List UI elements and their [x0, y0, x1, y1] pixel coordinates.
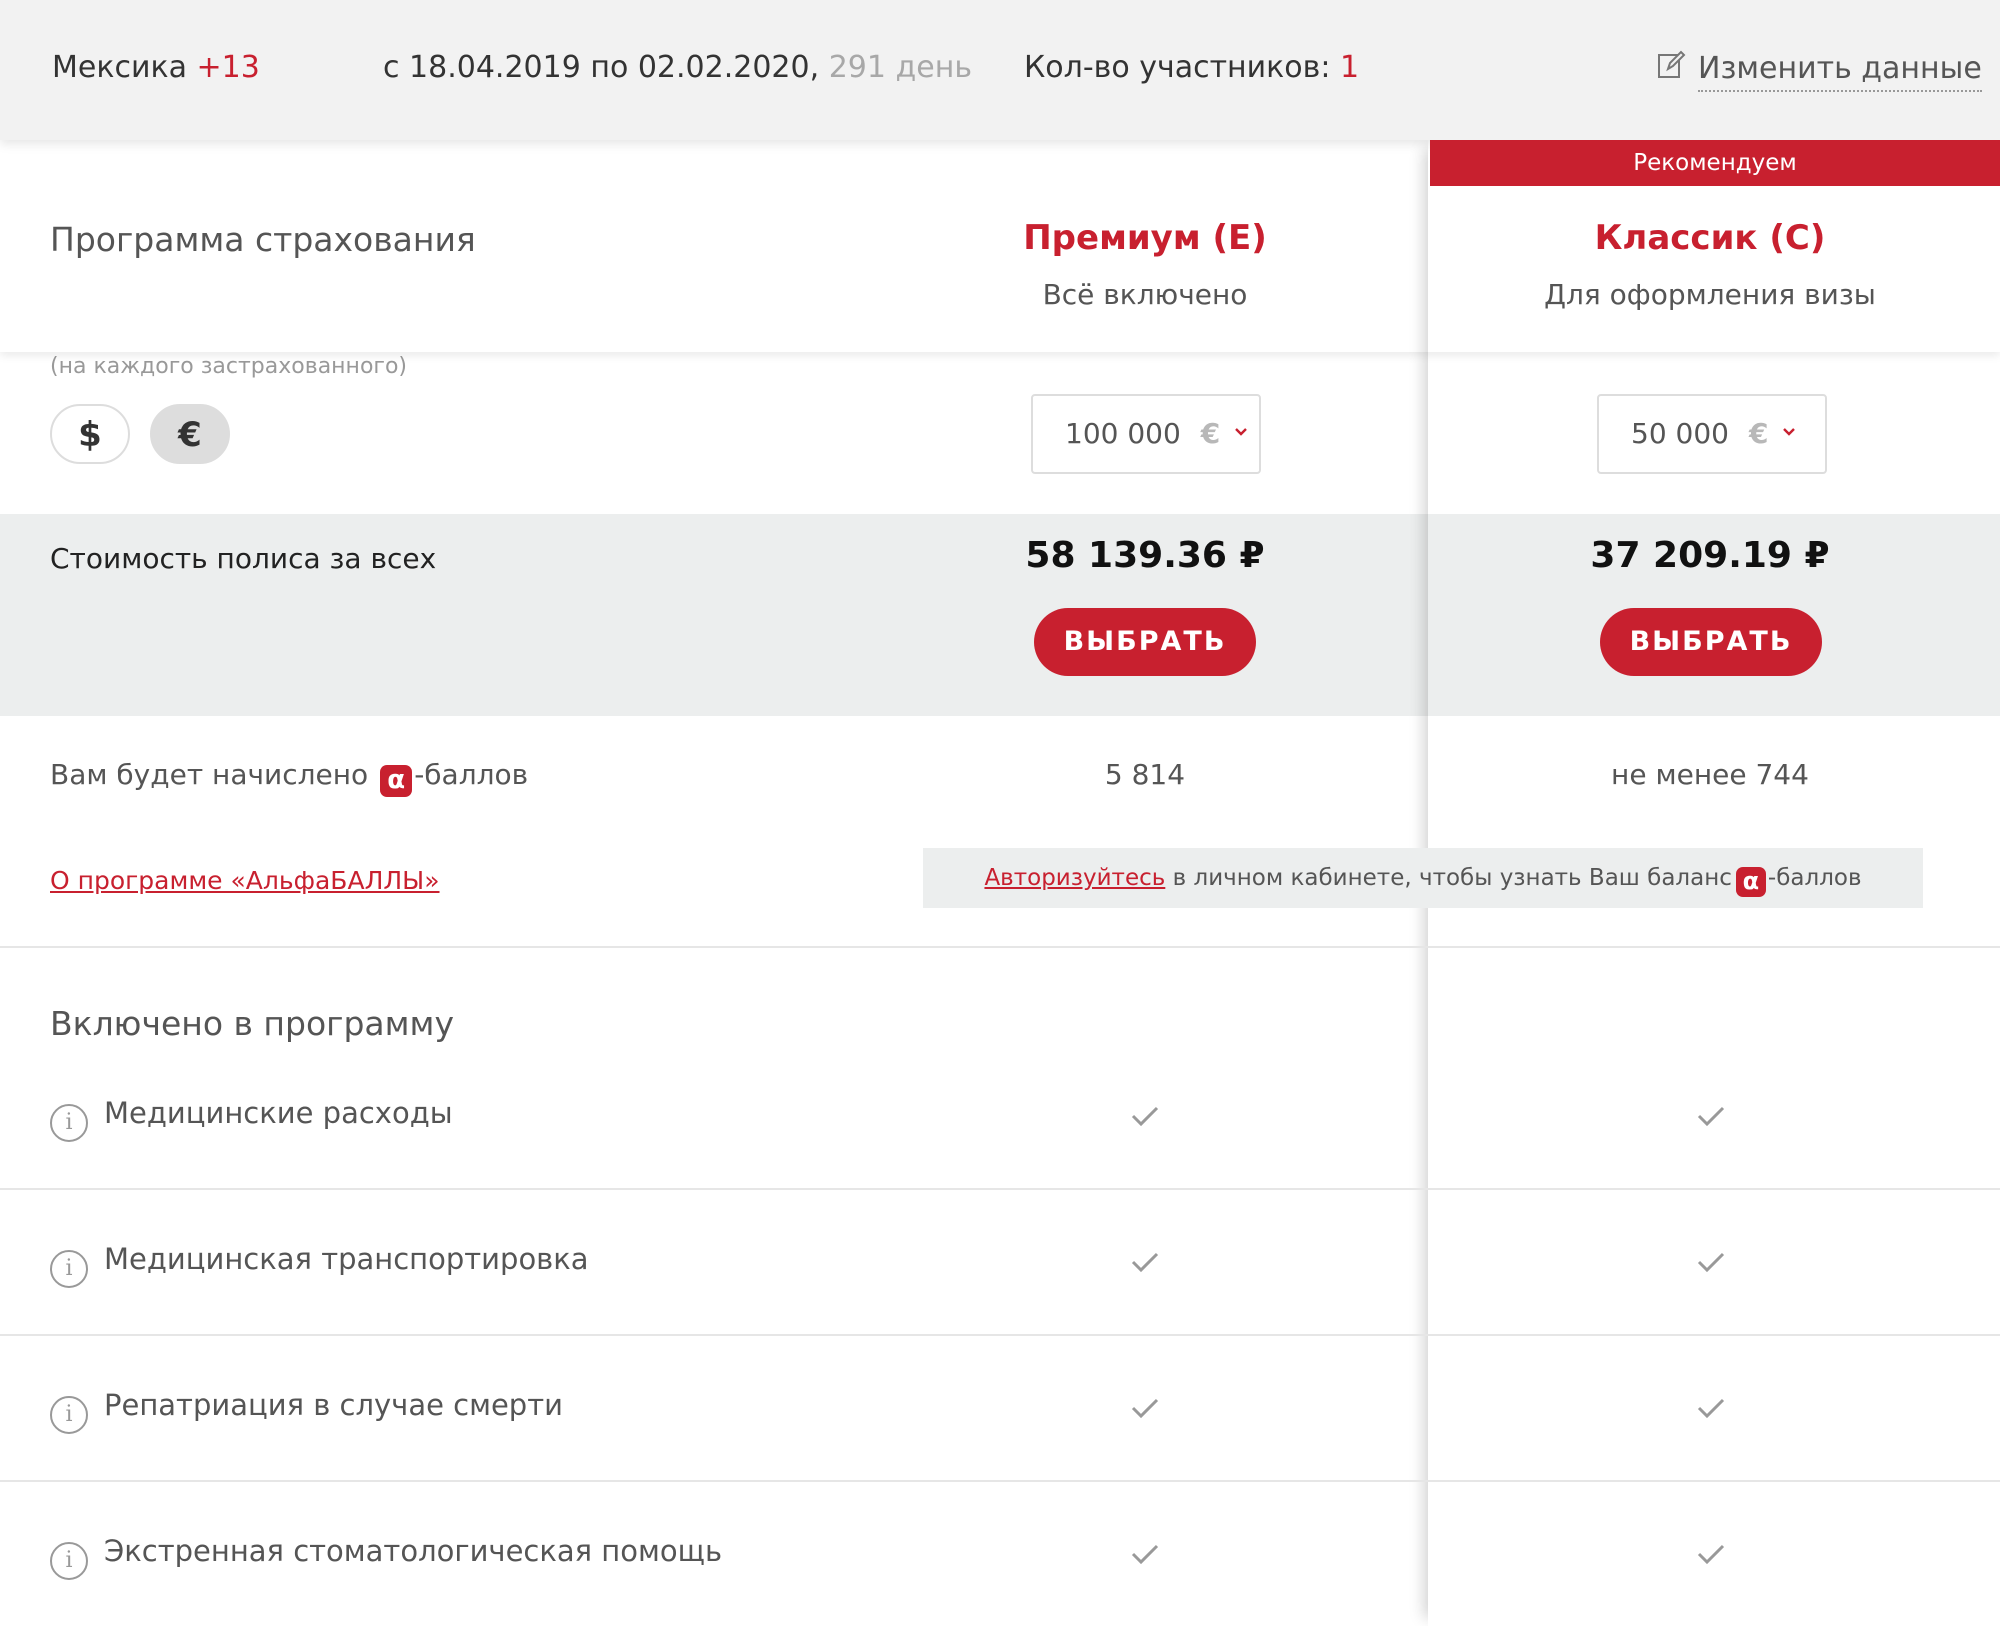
trip-summary-bar: Мексика +13 с 18.04.2019 по 02.02.2020, … [0, 0, 2000, 140]
plan-classic-points: не менее 744 [1611, 758, 1809, 791]
check-icon [1697, 1544, 1725, 1565]
price-label: Стоимость полиса за всех [50, 542, 437, 575]
check-icon [1697, 1106, 1725, 1127]
trip-date-range: с 18.04.2019 по 02.02.2020, [383, 50, 820, 85]
auth-balance-notice: Авторизуйтесь в личном кабинете, чтобы у… [923, 848, 1923, 908]
chevron-down-icon [1235, 428, 1248, 436]
plan-premium-points: 5 814 [1104, 758, 1186, 791]
feature-label: Медицинская транспортировка [104, 1242, 589, 1276]
row-divider [0, 1334, 2000, 1336]
feature-label: Медицинские расходы [104, 1096, 453, 1130]
chevron-down-icon [1783, 428, 1796, 436]
plan-classic-price: 37 209.19 ₽ [1590, 535, 1830, 576]
feature-label: Экстренная стоматологическая помощь [104, 1534, 723, 1568]
destination-extra: +13 [196, 50, 260, 85]
plan-classic-choose-button[interactable]: ВЫБРАТЬ [1600, 608, 1822, 676]
section-divider [0, 946, 2000, 948]
info-icon[interactable]: i [50, 1542, 88, 1580]
plan-premium-subtitle: Всё включено [1042, 278, 1248, 311]
auth-notice-text: в личном кабинете, чтобы узнать Ваш бала… [1165, 865, 1732, 891]
alpha-logo-icon: α [380, 765, 413, 797]
participants-label: Кол-во участников: [1024, 50, 1331, 85]
points-label: Вам будет начислено α -баллов [50, 758, 528, 797]
currency-eur-button[interactable]: € [150, 404, 230, 464]
info-icon[interactable]: i [50, 1396, 88, 1434]
pencil-edit-icon [1658, 50, 1686, 78]
plan-premium-sum-select[interactable]: 100 000 € [1031, 394, 1261, 474]
trip-dates: с 18.04.2019 по 02.02.2020, 291 день [383, 50, 972, 85]
participants: Кол-во участников: 1 [1024, 50, 1359, 85]
feature-dental: i Экстренная стоматологическая помощь [50, 1534, 722, 1580]
check-icon [1697, 1252, 1725, 1273]
auth-notice-suffix: -баллов [1767, 865, 1862, 891]
destination: Мексика +13 [52, 50, 260, 85]
row-divider [0, 1480, 2000, 1482]
check-icon [1131, 1252, 1159, 1273]
feature-repatriation: i Репатриация в случае смерти [50, 1388, 563, 1434]
points-label-suffix: -баллов [414, 758, 529, 791]
sum-value: 100 000 [1065, 417, 1181, 450]
currency-usd-button[interactable]: $ [50, 404, 130, 464]
authorize-link[interactable]: Авторизуйтесь [984, 865, 1165, 891]
plan-classic-subtitle: Для оформления визы [1544, 278, 1876, 311]
feature-label: Репатриация в случае смерти [104, 1388, 563, 1422]
row-divider [0, 1188, 2000, 1190]
participants-count: 1 [1339, 50, 1360, 85]
check-icon [1697, 1398, 1725, 1419]
feature-medical-transport: i Медицинская транспортировка [50, 1242, 589, 1288]
points-label-text: Вам будет начислено [50, 758, 369, 791]
plan-premium-price: 58 139.36 ₽ [1025, 535, 1265, 576]
per-person-note: (на каждого застрахованного) [50, 354, 408, 379]
info-icon[interactable]: i [50, 1250, 88, 1288]
plan-classic-name: Классик (C) [1594, 218, 1826, 258]
plan-premium-choose-button[interactable]: ВЫБРАТЬ [1034, 608, 1256, 676]
program-title: Программа страхования [50, 220, 476, 259]
plan-premium-name: Премиум (E) [1023, 218, 1267, 258]
destination-country: Мексика [52, 50, 187, 85]
about-alfabally-link[interactable]: О программе «АльфаБАЛЛЫ» [50, 866, 440, 895]
edit-data-label[interactable]: Изменить данные [1698, 51, 1982, 92]
sum-value: 50 000 [1631, 417, 1729, 450]
sum-currency: € [1748, 417, 1769, 450]
alpha-logo-icon: α [1735, 867, 1766, 897]
check-icon [1131, 1106, 1159, 1127]
sum-currency: € [1200, 417, 1221, 450]
check-icon [1131, 1544, 1159, 1565]
edit-data-link[interactable]: Изменить данные [1656, 50, 1982, 92]
plan-classic-sum-select[interactable]: 50 000 € [1597, 394, 1827, 474]
info-icon[interactable]: i [50, 1104, 88, 1142]
trip-days: 291 день [828, 50, 972, 85]
recommended-badge: Рекомендуем [1430, 140, 2000, 186]
check-icon [1131, 1398, 1159, 1419]
feature-medical-expenses: i Медицинские расходы [50, 1096, 453, 1142]
included-title: Включено в программу [50, 1004, 454, 1043]
